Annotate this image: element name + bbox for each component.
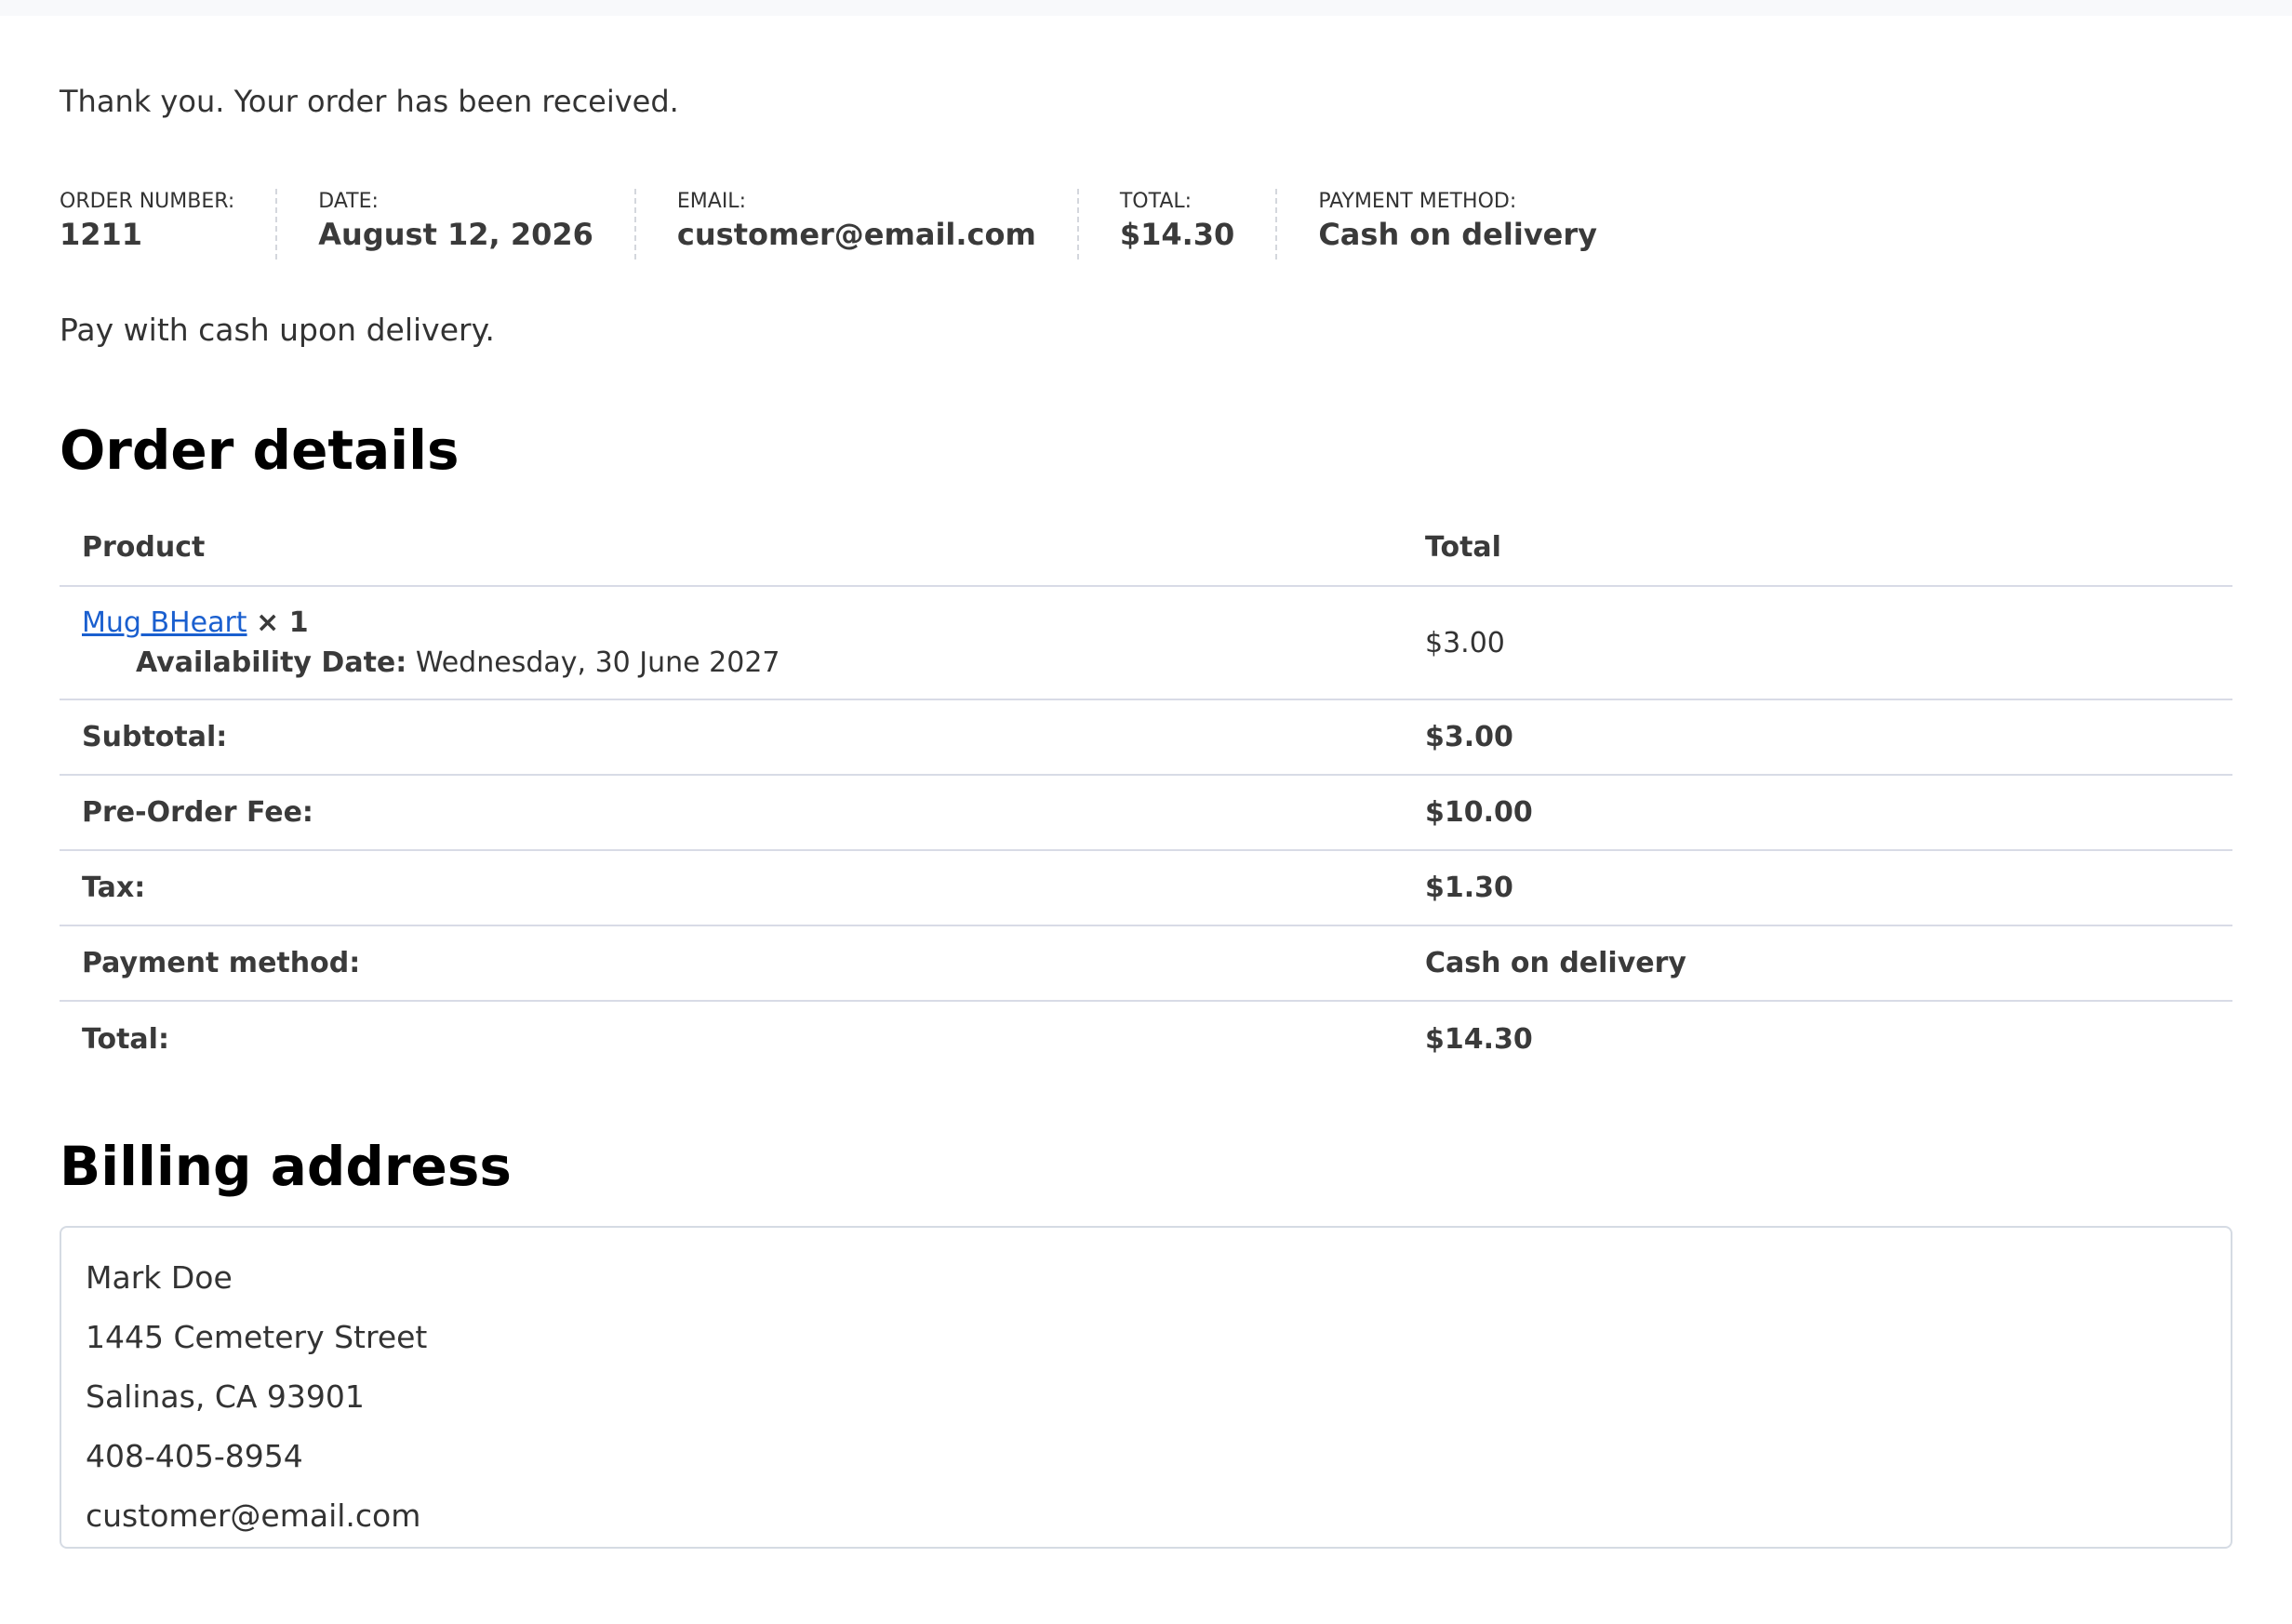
column-header-total: Total xyxy=(1403,510,2232,587)
overview-value: August 12, 2026 xyxy=(318,217,593,252)
totals-label: Payment method: xyxy=(60,925,1403,1002)
totals-row-payment-method: Payment method: Cash on delivery xyxy=(60,925,2232,1002)
billing-street: 1445 Cemetery Street xyxy=(86,1319,428,1355)
product-line: Mug BHeart × 1 xyxy=(82,606,1380,639)
overview-total: Total: $14.30 xyxy=(1119,189,1278,260)
totals-row-pre-order-fee: Pre-Order Fee: $10.00 xyxy=(60,775,2232,851)
product-total: $3.00 xyxy=(1403,586,2232,700)
thank-you-notice: Thank you. Your order has been received. xyxy=(60,84,679,119)
totals-label: Subtotal: xyxy=(60,699,1403,776)
overview-label: Date: xyxy=(318,190,379,213)
meta-key: Availability Date: xyxy=(136,646,407,679)
billing-email: customer@email.com xyxy=(86,1498,421,1534)
totals-value: $3.00 xyxy=(1403,699,2232,776)
totals-value: Cash on delivery xyxy=(1403,925,2232,1002)
totals-label: Total: xyxy=(82,1022,169,1056)
billing-city: Salinas, CA 93901 xyxy=(86,1378,365,1415)
overview-label: Order number: xyxy=(60,190,235,213)
top-bar xyxy=(0,0,2292,16)
overview-value: customer@email.com xyxy=(676,217,1036,252)
overview-value: $14.30 xyxy=(1119,217,1235,252)
overview-date: Date: August 12, 2026 xyxy=(318,189,636,260)
totals-label: Pre-Order Fee: xyxy=(60,775,1403,851)
totals-row-tax: Tax: $1.30 xyxy=(60,850,2232,926)
totals-value: $14.30 xyxy=(1425,1022,1533,1056)
item-meta: Availability Date: Wednesday, 30 June 20… xyxy=(82,646,1380,679)
table-row: Mug BHeart × 1 Availability Date: Wednes… xyxy=(60,586,2232,700)
overview-value: Cash on delivery xyxy=(1318,217,1598,252)
totals-value: $1.30 xyxy=(1403,850,2232,926)
totals-row-total: Total: $14.30 xyxy=(60,1001,2232,1076)
product-cell: Mug BHeart × 1 Availability Date: Wednes… xyxy=(60,586,1403,700)
billing-address-heading: Billing address xyxy=(60,1135,512,1198)
order-details-heading: Order details xyxy=(60,419,460,482)
product-quantity: × 1 xyxy=(256,606,309,639)
billing-name: Mark Doe xyxy=(86,1259,233,1296)
overview-payment-method: Payment method: Cash on delivery xyxy=(1318,189,1597,260)
overview-label: Email: xyxy=(676,190,746,213)
totals-label: Tax: xyxy=(60,850,1403,926)
order-overview: Order number: 1211 Date: August 12, 2026… xyxy=(60,189,1597,260)
overview-email: Email: customer@email.com xyxy=(677,189,1079,260)
totals-row-subtotal: Subtotal: $3.00 xyxy=(60,699,2232,776)
overview-order-number: Order number: 1211 xyxy=(60,189,278,260)
overview-label: Total: xyxy=(1119,190,1193,213)
billing-phone: 408-405-8954 xyxy=(86,1438,303,1474)
meta-value: Wednesday, 30 June 2027 xyxy=(415,646,780,679)
product-link[interactable]: Mug BHeart xyxy=(82,606,247,639)
order-details-table: Product Total Mug BHeart × 1 Availabilit… xyxy=(60,510,2232,1076)
table-header-row: Product Total xyxy=(60,510,2232,587)
billing-address-box: Mark Doe 1445 Cemetery Street Salinas, C… xyxy=(60,1226,2232,1549)
payment-instructions: Pay with cash upon delivery. xyxy=(60,312,495,348)
totals-value: $10.00 xyxy=(1403,775,2232,851)
overview-value: 1211 xyxy=(60,217,143,252)
overview-label: Payment method: xyxy=(1318,190,1517,213)
column-header-product: Product xyxy=(60,510,1403,587)
